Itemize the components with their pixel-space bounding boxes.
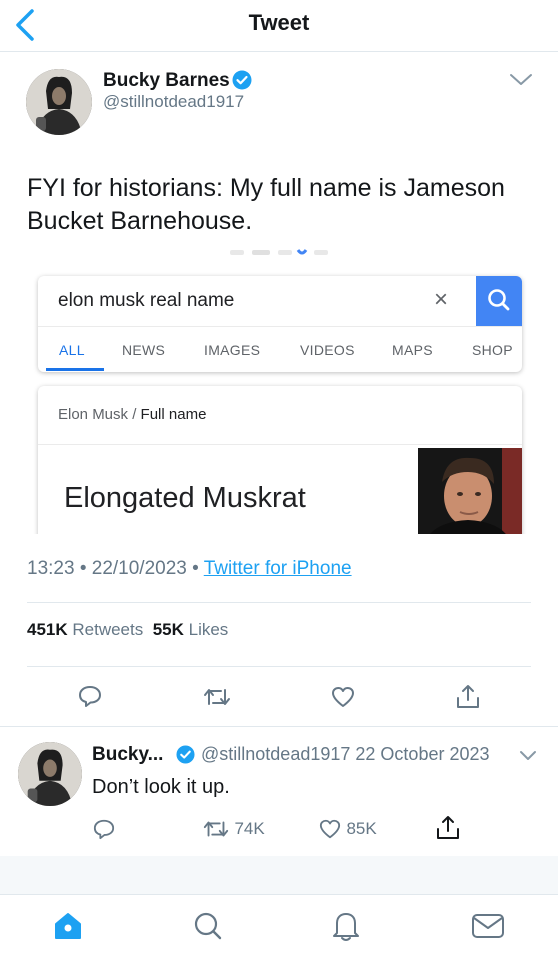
tab-all-indicator [46,368,104,371]
reply-retweet-icon [203,821,229,837]
google-logo-fragment-icon [230,249,328,255]
reply-reply-icon[interactable] [92,818,116,840]
knowledge-card: Elon Musk / Full name Elongated Muskrat [38,386,522,534]
timeline-spacer [0,856,558,894]
reply-author-name[interactable]: Bucky... [92,744,163,766]
breadcrumb-separator: / [132,406,137,423]
google-search-box: elon musk real name × ALL NEWS IMAGES VI… [38,276,522,372]
answer-text: Elongated Muskrat [64,482,306,514]
home-icon[interactable] [52,911,84,941]
tab-shop: SHOP [472,342,513,358]
divider [38,444,522,445]
reply-meta: @stillnotdead1917 22 October 2023 [201,744,490,765]
avatar[interactable] [26,69,92,135]
retweets-label: Retweets [72,620,144,639]
page-title: Tweet [248,10,310,35]
more-chevron-icon[interactable] [508,72,534,88]
retweet-icon[interactable] [202,686,232,708]
reply-handle[interactable]: @stillnotdead1917 [201,744,350,764]
likes-stat[interactable]: 55K Likes [153,620,229,639]
tweet-date: 22/10/2023 [91,558,187,579]
tab-videos: VIDEOS [300,342,355,358]
retweet-count: 451K [27,620,68,639]
tab-news: NEWS [122,342,166,358]
tweet-time: 13:23 [27,558,75,579]
search-button [476,276,522,326]
share-icon[interactable] [454,683,482,711]
tweet-image[interactable]: elon musk real name × ALL NEWS IMAGES VI… [30,236,530,534]
reply-avatar[interactable] [18,742,82,806]
top-bar: Tweet [0,0,558,52]
reply-retweet-count: 74K [234,819,265,838]
verified-icon [176,745,195,764]
verified-icon [232,70,252,90]
reply-share-icon[interactable] [434,814,462,842]
breadcrumb-attribute: Full name [140,406,207,423]
author-handle[interactable]: @stillnotdead1917 [103,92,244,112]
divider [27,666,531,667]
reply-like-count: 85K [346,819,377,838]
bottom-tab-bar [0,894,558,960]
reply-more-chevron-icon[interactable] [519,749,537,761]
like-count: 55K [152,620,184,639]
search-icon[interactable] [192,910,224,942]
like-icon[interactable] [330,685,356,709]
answer-photo [418,448,522,534]
divider [38,326,522,327]
divider [27,602,531,603]
tab-all: ALL [59,342,85,358]
client-link[interactable]: Twitter for iPhone [204,558,352,579]
clear-icon: × [434,286,449,313]
divider [0,726,558,727]
breadcrumb-subject: Elon Musk [58,406,129,423]
reply-date: 22 October 2023 [355,744,490,764]
separator-dot: • [79,558,87,579]
reply-retweet-action[interactable]: 74K [202,818,265,842]
tab-images: IMAGES [204,342,261,358]
author-name[interactable]: Bucky Barnes [103,70,230,92]
likes-label: Likes [188,620,229,639]
tweet-stats: 451K Retweets 55K Likes [27,620,228,640]
tweet-text: FYI for historians: My full name is Jame… [27,174,505,235]
reply-like-action[interactable]: 85K [318,818,377,842]
tab-maps: MAPS [392,342,433,358]
reply-icon[interactable] [77,684,103,708]
reply-text: Don’t look it up. [92,776,230,798]
retweets-stat[interactable]: 451K Retweets [27,620,143,639]
breadcrumb: Elon Musk / Full name [58,406,206,423]
separator-dot: • [192,558,199,579]
search-query: elon musk real name [58,290,235,311]
notifications-icon[interactable] [331,909,361,943]
reply-like-icon [319,819,341,839]
tweet-timestamp: 13:23 • 22/10/2023 • Twitter for iPhone [27,558,352,580]
messages-icon[interactable] [471,913,505,939]
